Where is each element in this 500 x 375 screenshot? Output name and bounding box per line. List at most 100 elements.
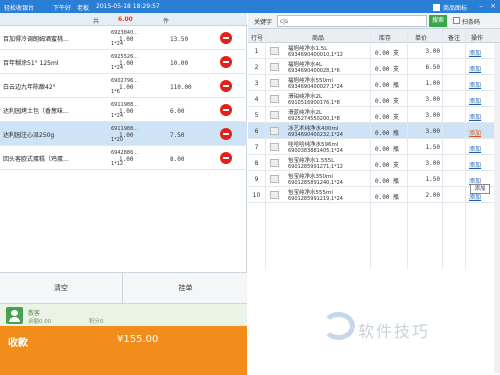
product-name: 怡宝纯净水555ml xyxy=(288,190,333,196)
product-name: 冰艺术纯净水400ml xyxy=(288,126,339,132)
member-panel[interactable]: 散客 余额0.00 积分0 xyxy=(0,303,247,326)
cart-item-qty[interactable]: 1.00 xyxy=(119,156,133,163)
table-row-selected[interactable]: 6 冰艺术纯净水400ml 6934690400232,1*24 0.00 瓶 … xyxy=(248,123,500,139)
col-header-unit-price: 单价 xyxy=(415,35,428,42)
table-row[interactable]: 10 怡宝纯净水555ml 6901285991219,1*24 0.00 瓶 … xyxy=(248,187,500,203)
cart-item-qty[interactable]: 1.00 xyxy=(119,36,133,43)
clear-button[interactable]: 清空 xyxy=(0,273,123,304)
product-stock: 0.00 瓶 xyxy=(375,130,400,137)
row-number: 5 xyxy=(254,112,259,119)
add-link[interactable]: 添加 xyxy=(469,64,481,73)
cart-header: 共 6.00 件 xyxy=(0,13,247,26)
cart-row[interactable]: 白云边九年陈酿42° 6902796... 1*6 1.00 110.00 xyxy=(0,74,247,98)
product-price: 3.00 xyxy=(425,96,440,103)
cart-item-name: 百年糊涂51° 125ml xyxy=(3,60,59,67)
product-name: 福旭纯净水550ml xyxy=(288,78,333,84)
product-price: 1.50 xyxy=(425,144,440,151)
grid-divider xyxy=(370,29,371,269)
cart-row[interactable]: 回头客欧式蛋糕（鸡蛋... 6942886... 1*12 1.00 8.00 xyxy=(0,146,247,170)
cart-row-selected[interactable]: 达利园注心派250g 6911988... 1*20 1.00 7.50 xyxy=(0,122,247,146)
add-link[interactable]: 添加 xyxy=(469,144,481,153)
cart-item-price: 110.00 xyxy=(170,84,192,91)
row-number: 7 xyxy=(254,144,259,151)
cart-item-qty[interactable]: 1.00 xyxy=(119,60,133,67)
delete-icon[interactable] xyxy=(220,104,232,116)
add-link[interactable]: 添加 xyxy=(469,80,481,89)
grid-divider xyxy=(407,29,408,269)
cart-item-price: 6.00 xyxy=(170,108,185,115)
delete-icon[interactable] xyxy=(220,32,232,44)
product-code: 6901285891240,1*24 xyxy=(288,180,343,186)
product-stock: 0.00 瓶 xyxy=(375,178,400,185)
table-row[interactable]: 7 哇哈哈纯净水596ml 6900383881405,1*24 0.00 瓶 … xyxy=(248,139,500,155)
product-code: 6901285991271,1*12 xyxy=(288,164,343,170)
cart-row[interactable]: 达利园烤土包（香葱味... 6911988... 1*24 1.00 6.00 xyxy=(0,98,247,122)
row-number: 3 xyxy=(254,80,259,87)
cart-item-qty[interactable]: 1.00 xyxy=(119,108,133,115)
product-name: 滑铂纯净水2L xyxy=(288,94,323,100)
checkout-amount: ¥155.00 xyxy=(117,334,159,345)
row-number: 9 xyxy=(254,176,259,183)
member-name: 散客 xyxy=(28,310,41,317)
user-name: 老板 xyxy=(77,5,90,12)
add-link[interactable]: 添加 xyxy=(469,48,481,57)
hold-order-button[interactable]: 挂单 xyxy=(124,273,247,304)
delete-icon[interactable] xyxy=(220,128,232,140)
product-image-icon xyxy=(270,111,279,119)
product-icon-checkbox[interactable] xyxy=(433,4,440,11)
table-row[interactable]: 1 福旭纯净水1.5L 6934690400010,1*12 0.00 支 3.… xyxy=(248,43,500,59)
search-bar: 关键字 搜索 扫条码 xyxy=(248,13,500,29)
add-link[interactable]: 添加 xyxy=(469,96,481,105)
table-row[interactable]: 9 怡宝纯净水350ml 6901285891240,1*24 0.00 瓶 1… xyxy=(248,171,500,187)
product-price: 6.50 xyxy=(425,64,440,71)
table-row[interactable]: 5 滑蓝纯净水2L 6925274550200,1*8 0.00 支 3.00 … xyxy=(248,107,500,123)
search-input[interactable] xyxy=(277,15,427,27)
product-price: 3.00 xyxy=(425,112,440,119)
cart-row[interactable]: 百加得冷调朗姆酒蜜桃... 6923840... 1*24 1.00 13.50 xyxy=(0,26,247,50)
add-link[interactable]: 添加 xyxy=(469,112,481,121)
table-row[interactable]: 2 福旭纯净水4L 6934690400028,1*6 0.00 支 6.50 … xyxy=(248,59,500,75)
table-row[interactable]: 4 滑铂纯净水2L 6910516900176,1*8 0.00 支 3.00 … xyxy=(248,91,500,107)
cart-item-qty[interactable]: 1.00 xyxy=(119,132,133,139)
table-row[interactable]: 8 怡宝纯净水1.555L 6901285991271,1*12 0.00 支 … xyxy=(248,155,500,171)
cart-panel: 共 6.00 件 百加得冷调朗姆酒蜜桃... 6923840... 1*24 1… xyxy=(0,13,247,375)
add-link[interactable]: 添加 xyxy=(469,128,481,137)
row-number: 6 xyxy=(254,128,259,135)
close-icon[interactable]: × xyxy=(488,1,498,11)
scan-barcode-checkbox[interactable] xyxy=(453,17,460,24)
cart-item-name: 白云边九年陈酿42° xyxy=(3,84,56,91)
grid-divider xyxy=(465,29,466,269)
col-header-stock: 库存 xyxy=(379,35,392,42)
keyword-label: 关键字 xyxy=(254,19,273,26)
cart-item-price: 13.50 xyxy=(170,36,189,43)
greeting: 下午好 xyxy=(53,5,72,12)
delete-icon[interactable] xyxy=(220,152,232,164)
product-image-icon xyxy=(270,159,279,167)
cart-item-qty[interactable]: 1.00 xyxy=(119,84,133,91)
product-price: 3.00 xyxy=(425,48,440,55)
product-stock: 0.00 瓶 xyxy=(375,146,400,153)
grid-scrollbar[interactable] xyxy=(494,43,500,373)
delete-icon[interactable] xyxy=(220,80,232,92)
cart-row[interactable]: 百年糊涂51° 125ml 6925526... 1*24 1.00 10.00 xyxy=(0,50,247,74)
add-link[interactable]: 添加 xyxy=(469,160,481,169)
cart-count-unit: 件 xyxy=(163,18,170,25)
product-code: 6934690400232,1*24 xyxy=(288,132,343,138)
checkout-button[interactable]: 收款 ¥155.00 xyxy=(0,326,247,375)
row-number: 8 xyxy=(254,160,259,167)
minimize-icon[interactable]: – xyxy=(476,1,486,11)
product-name: 滑蓝纯净水2L xyxy=(288,110,323,116)
member-points: 积分0 xyxy=(89,319,104,325)
product-price: 2.00 xyxy=(425,192,440,199)
product-stock: 0.00 瓶 xyxy=(375,194,400,201)
search-button[interactable]: 搜索 xyxy=(429,15,447,27)
product-image-icon xyxy=(270,79,279,87)
col-header-product: 商品 xyxy=(312,35,325,42)
table-row[interactable]: 3 福旭纯净水550ml 6934690400027,1*24 0.00 瓶 1… xyxy=(248,75,500,91)
title-bar: 轻松收银台 下午好 老板 2015-05-18 18:29:57 商品图标 – … xyxy=(0,0,500,13)
delete-icon[interactable] xyxy=(220,56,232,68)
product-name: 怡宝纯净水350ml xyxy=(288,174,333,180)
checkout-label: 收款 xyxy=(8,338,28,349)
cart-item-price: 8.00 xyxy=(170,156,185,163)
cart-item-name: 百加得冷调朗姆酒蜜桃... xyxy=(3,36,69,43)
